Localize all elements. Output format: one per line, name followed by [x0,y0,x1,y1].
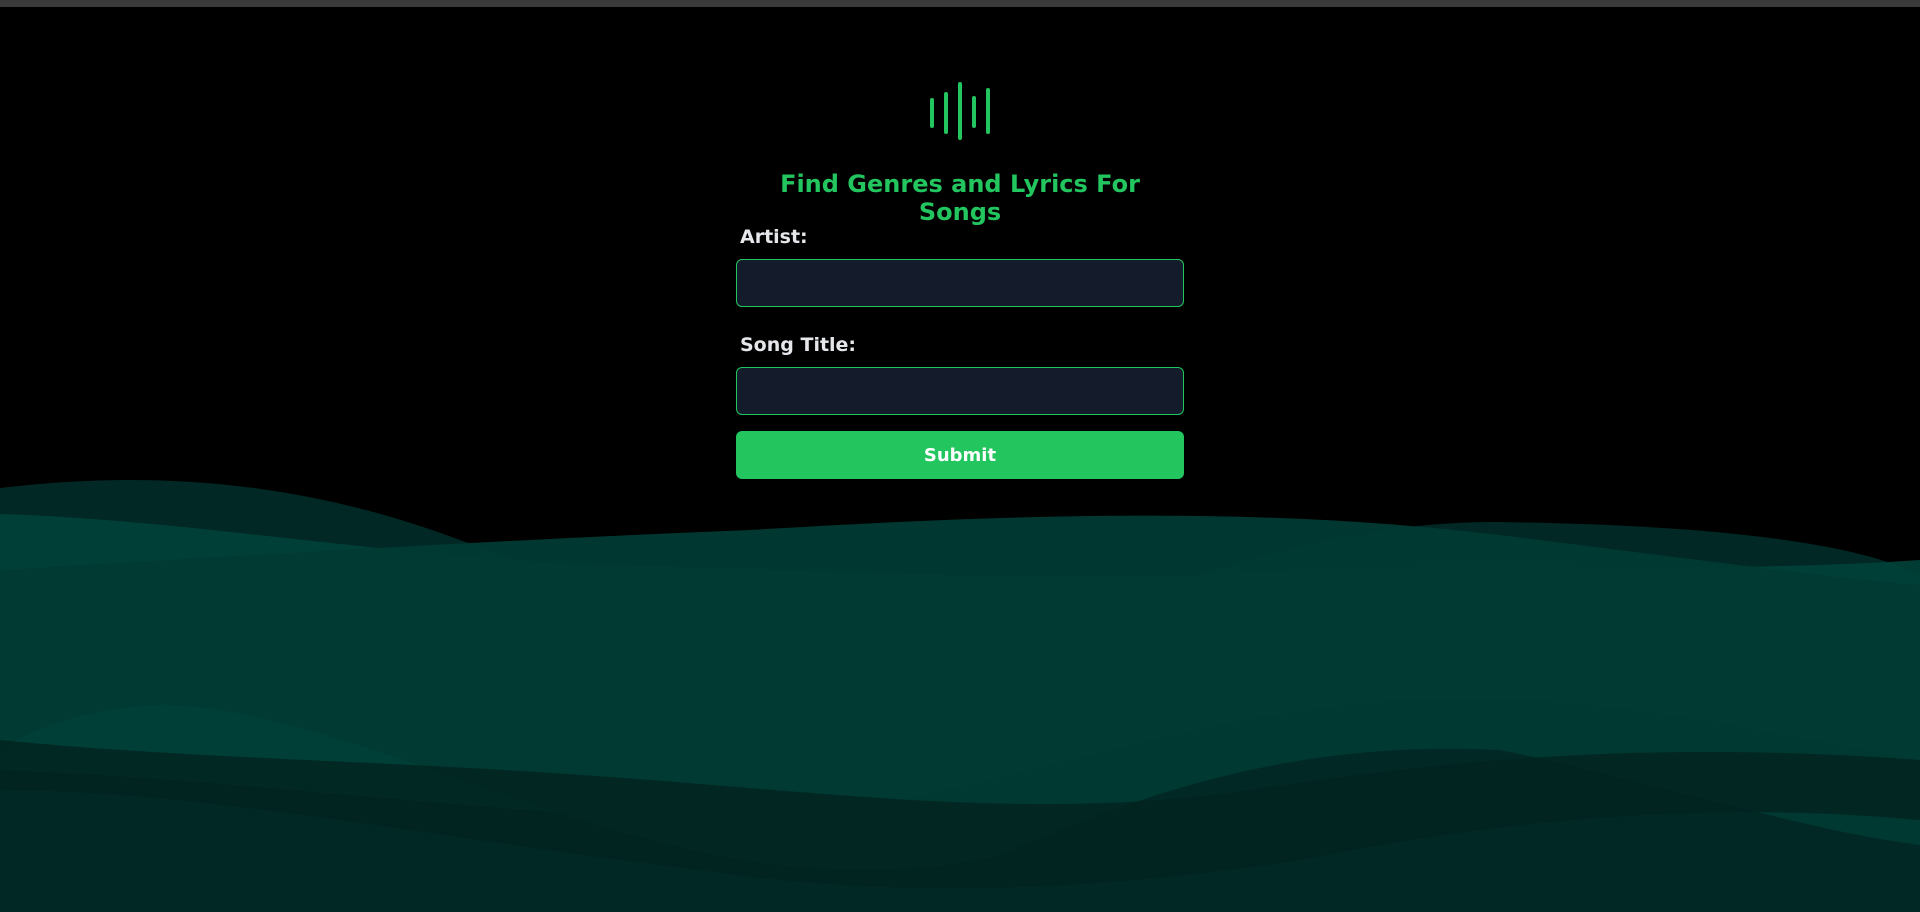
song-title-input[interactable] [736,367,1184,415]
song-title-label: Song Title: [740,334,857,356]
artist-label: Artist: [740,226,808,248]
submit-button[interactable]: Submit [736,431,1184,479]
sound-wave-icon [930,82,990,140]
page-title: Find Genres and Lyrics For Songs [780,170,1140,226]
artist-input[interactable] [736,259,1184,307]
